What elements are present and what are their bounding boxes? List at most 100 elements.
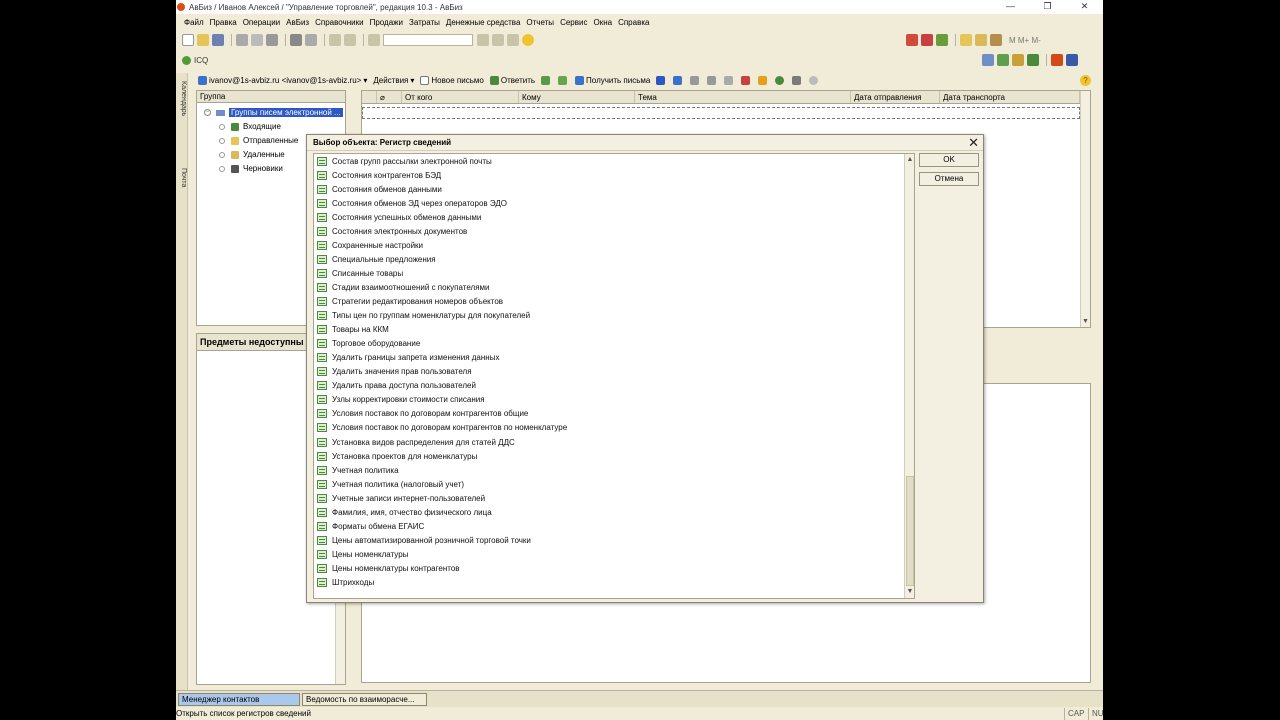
task-settlement-report[interactable]: Ведомость по взаиморасче... [302, 693, 427, 706]
new-letter-button[interactable]: Новое письмо [420, 76, 484, 85]
tool-c-icon[interactable] [936, 34, 948, 46]
mail-tool-9[interactable] [792, 76, 803, 85]
list-item[interactable]: Фамилия, имя, отчество физического лица [317, 505, 492, 519]
tool-i-icon[interactable] [1066, 54, 1078, 66]
search-input[interactable] [383, 34, 473, 46]
scroll-down-icon[interactable]: ▼ [905, 587, 914, 597]
list-item[interactable]: Условия поставок по договорам контрагент… [317, 421, 567, 435]
list-item[interactable]: Форматы обмена ЕГАИС [317, 519, 424, 533]
paste-icon[interactable] [266, 34, 278, 46]
list-item[interactable]: Списанные товары [317, 266, 403, 280]
list-item[interactable]: Специальные предложения [317, 252, 436, 266]
list-item[interactable]: Удалить границы запрета изменения данных [317, 351, 499, 365]
ok-button[interactable]: OK [919, 153, 979, 167]
menu-cash[interactable]: Денежные средства [446, 18, 521, 27]
list-item[interactable]: Товары на ККМ [317, 323, 389, 337]
mail-tool-5[interactable] [724, 76, 735, 85]
list-item[interactable]: Установка проектов для номенклатуры [317, 449, 477, 463]
empty-row[interactable] [362, 107, 1080, 119]
list-item[interactable]: Стадии взаимоотношений с покупателями [317, 280, 490, 294]
tool-e-icon[interactable] [997, 54, 1009, 66]
list-item[interactable]: Сохраненные настройки [317, 238, 423, 252]
tree-item-sent[interactable]: Отправленные [219, 136, 298, 145]
cancel-button[interactable]: Отмена [919, 172, 979, 186]
collapse-icon[interactable]: − [204, 109, 211, 116]
col-marker[interactable] [362, 91, 377, 103]
actions-menu[interactable]: Действия ▾ [373, 76, 414, 85]
memory-buttons[interactable]: М М+ М- [1009, 36, 1041, 45]
mail-tool-8[interactable] [775, 76, 786, 85]
icq-icon[interactable] [182, 55, 191, 65]
col-attachment[interactable]: ⌀ [377, 91, 402, 103]
new-doc-icon[interactable] [182, 34, 194, 46]
tool-h-icon[interactable] [1051, 54, 1063, 66]
find-next-icon[interactable] [477, 34, 489, 46]
undo-icon[interactable] [329, 34, 341, 46]
list-item[interactable]: Состояния успешных обменов данными [317, 210, 481, 224]
mail-grid-scrollbar[interactable]: ▼ [1080, 91, 1090, 327]
tab-calendar[interactable]: Календарь [177, 81, 187, 116]
maximize-button[interactable]: ❐ [1029, 0, 1066, 14]
account-selector[interactable]: ivanov@1s-avbiz.ru <ivanov@1s-avbiz.ru> … [198, 76, 367, 85]
list-item[interactable]: Учетная политика [317, 463, 399, 477]
minimize-button[interactable]: — [992, 0, 1029, 14]
menu-reports[interactable]: Отчеты [526, 18, 554, 27]
tab-mail[interactable]: Почта [177, 168, 187, 187]
tree-item-drafts[interactable]: Черновики [219, 164, 283, 173]
mail-tool-1[interactable] [656, 76, 667, 85]
menu-help[interactable]: Справка [618, 18, 649, 27]
help-icon[interactable] [522, 34, 534, 46]
menu-operations[interactable]: Операции [243, 18, 280, 27]
list-item[interactable]: Стратегии редактирования номеров объекто… [317, 295, 503, 309]
list-item[interactable]: Учетная политика (налоговый учет) [317, 477, 464, 491]
list-item[interactable]: Состояния электронных документов [317, 224, 467, 238]
mail-tool-7[interactable] [758, 76, 769, 85]
col-to[interactable]: Кому [519, 91, 635, 103]
scroll-down-icon[interactable]: ▼ [1082, 318, 1089, 325]
menu-expenses[interactable]: Затраты [409, 18, 440, 27]
mail-tool-6[interactable] [741, 76, 752, 85]
list-item[interactable]: Состав групп рассылки электронной почты [317, 154, 492, 168]
mail-tool-10[interactable] [809, 76, 820, 85]
reply-all-button[interactable] [541, 76, 552, 85]
list-item[interactable]: Состояния контрагентов БЭД [317, 168, 441, 182]
icq-label[interactable]: ICQ [194, 56, 208, 65]
mail-tool-2[interactable] [673, 76, 684, 85]
menu-edit[interactable]: Правка [210, 18, 237, 27]
menu-avbiz[interactable]: АвБиз [286, 18, 309, 27]
list-item[interactable]: Удалить права доступа пользователей [317, 379, 476, 393]
search-icon[interactable] [368, 34, 380, 46]
user-icon[interactable] [990, 34, 1002, 46]
open-folder-icon[interactable] [197, 34, 209, 46]
menu-windows[interactable]: Окна [593, 18, 612, 27]
reply-button[interactable]: Ответить [489, 76, 535, 85]
scroll-thumb[interactable] [906, 476, 914, 586]
list-item[interactable]: Цены номенклатуры [317, 547, 408, 561]
task-contact-manager[interactable]: Менеджер контактов [178, 693, 300, 706]
list-item[interactable]: Установка видов распределения для статей… [317, 435, 515, 449]
tree-item-inbox[interactable]: Входящие [219, 122, 281, 131]
list-item[interactable]: Условия поставок по договорам контрагент… [317, 407, 528, 421]
save-icon[interactable] [212, 34, 224, 46]
list-item[interactable]: Удалить значения прав пользователя [317, 365, 472, 379]
tool-b-icon[interactable] [921, 34, 933, 46]
tree-item-deleted[interactable]: Удаленные [219, 150, 285, 159]
help-icon[interactable]: ? [1080, 75, 1091, 86]
tool-d-icon[interactable] [982, 54, 994, 66]
find-prev-icon[interactable] [492, 34, 504, 46]
mail-tool-4[interactable] [707, 76, 718, 85]
scroll-up-icon[interactable]: ▲ [905, 155, 914, 165]
cut-icon[interactable] [236, 34, 248, 46]
calendar-icon[interactable] [960, 34, 972, 46]
col-subject[interactable]: Тема [635, 91, 851, 103]
close-window-button[interactable]: ✕ [1066, 0, 1103, 14]
list-item[interactable]: Состояния обменов ЭД через операторов ЭД… [317, 196, 507, 210]
tree-root[interactable]: − Группы писем электронной ... [204, 108, 343, 117]
col-from[interactable]: От кого [402, 91, 519, 103]
tool-a-icon[interactable] [906, 34, 918, 46]
list-item[interactable]: Цены номенклатуры контрагентов [317, 561, 460, 575]
list-item[interactable]: Штрихкоды [317, 576, 374, 590]
list-item[interactable]: Цены автоматизированной розничной торгов… [317, 533, 531, 547]
list-scrollbar[interactable]: ▲ ▼ [904, 154, 914, 598]
preview-icon[interactable] [305, 34, 317, 46]
